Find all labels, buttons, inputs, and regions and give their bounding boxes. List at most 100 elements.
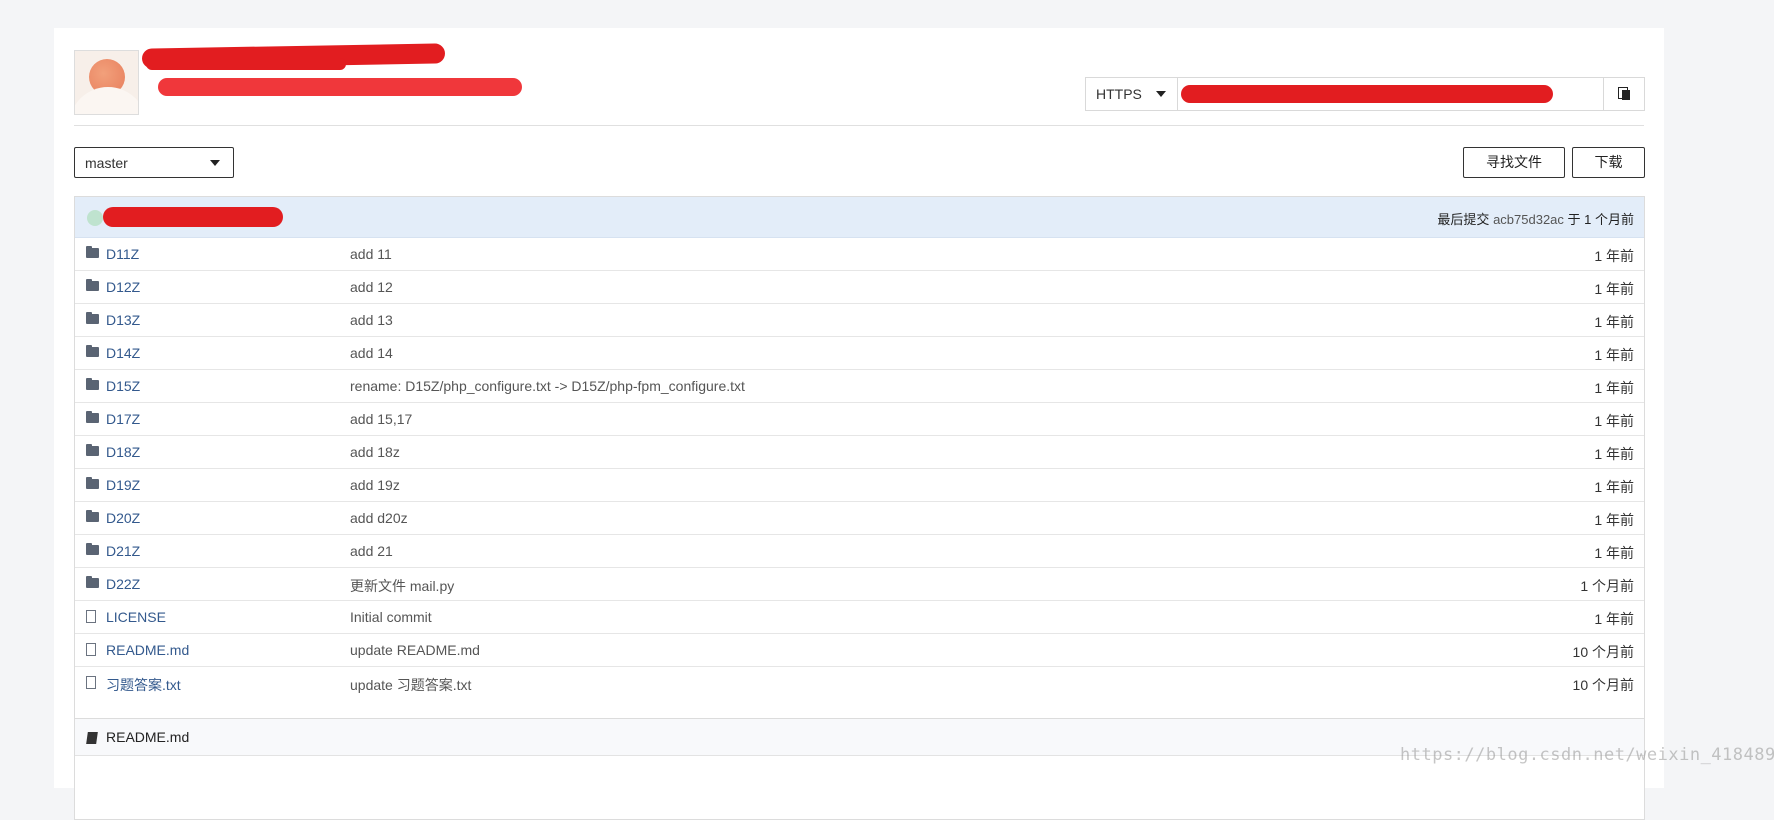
folder-icon — [86, 510, 99, 522]
last-commit-label: 最后提交 — [1437, 212, 1490, 227]
file-row[interactable]: LICENSE Initial commit 1 年前 — [75, 601, 1644, 634]
commit-time: 1 年前 — [1594, 314, 1634, 330]
repository-card: HTTPS master 寻找文件 下载 最后提交 acb75d32ac 于 1… — [54, 28, 1664, 820]
commit-time: 1 年前 — [1594, 380, 1634, 396]
readme-title: README.md — [106, 729, 190, 745]
repo-avatar — [74, 50, 139, 115]
file-name-link[interactable]: LICENSE — [106, 609, 166, 625]
committer-avatar[interactable] — [87, 210, 103, 226]
redacted-repo-description — [158, 78, 522, 96]
commit-message-link[interactable]: Initial commit — [350, 609, 432, 625]
commit-time: 1 年前 — [1594, 446, 1634, 462]
folder-icon — [86, 477, 99, 489]
folder-icon — [86, 378, 99, 390]
branch-name: master — [85, 155, 128, 171]
file-name-link[interactable]: D13Z — [106, 312, 140, 328]
file-row[interactable]: README.md update README.md 10 个月前 — [75, 634, 1644, 667]
file-name-link[interactable]: D18Z — [106, 444, 140, 460]
file-row[interactable]: D18Z add 18z 1 年前 — [75, 436, 1644, 469]
file-icon — [86, 643, 96, 656]
download-button[interactable]: 下载 — [1572, 147, 1645, 178]
commit-message-link[interactable]: update README.md — [350, 642, 480, 658]
header-divider — [74, 125, 1644, 126]
commit-message-link[interactable]: add 12 — [350, 279, 393, 295]
file-icon — [86, 610, 96, 623]
commit-message-link[interactable]: add 14 — [350, 345, 393, 361]
commit-message-link[interactable]: add d20z — [350, 510, 408, 526]
commit-message-link[interactable]: add 11 — [350, 246, 392, 262]
commit-time: 1 年前 — [1594, 479, 1634, 495]
file-name-link[interactable]: D14Z — [106, 345, 140, 361]
commit-time: 10 个月前 — [1572, 644, 1634, 660]
file-row[interactable]: 习题答案.txt update 习题答案.txt 10 个月前 — [75, 667, 1644, 699]
commit-time: 1 年前 — [1594, 248, 1634, 264]
watermark-text: https://blog.csdn.net/weixin_41848983 — [1400, 745, 1774, 765]
folder-icon — [86, 279, 99, 291]
commit-time: 1 个月前 — [1580, 578, 1634, 594]
clipboard-icon-back — [1622, 90, 1630, 100]
file-name-link[interactable]: D19Z — [106, 477, 140, 493]
file-tree: 最后提交 acb75d32ac 于 1 个月前 D11Z add 11 1 年前 D1… — [74, 196, 1645, 728]
redacted-repo-title-overlay — [146, 58, 346, 70]
clone-protocol-dropdown[interactable]: HTTPS — [1086, 78, 1178, 110]
file-row[interactable]: D14Z add 14 1 年前 — [75, 337, 1644, 370]
commit-sha-link[interactable]: acb75d32ac — [1493, 212, 1564, 227]
file-name-link[interactable]: D17Z — [106, 411, 140, 427]
folder-icon — [86, 246, 99, 258]
find-file-button[interactable]: 寻找文件 — [1463, 147, 1565, 178]
last-commit-bar: 最后提交 acb75d32ac 于 1 个月前 — [75, 197, 1644, 238]
clone-protocol-label: HTTPS — [1096, 86, 1142, 102]
folder-icon — [86, 312, 99, 324]
file-name-link[interactable]: D15Z — [106, 378, 140, 394]
commit-time: 1 年前 — [1594, 611, 1634, 627]
file-name-link[interactable]: README.md — [106, 642, 189, 658]
file-name-link[interactable]: 习题答案.txt — [106, 675, 181, 695]
folder-icon — [86, 411, 99, 423]
commit-message-link[interactable]: add 13 — [350, 312, 393, 328]
file-row[interactable]: D12Z add 12 1 年前 — [75, 271, 1644, 304]
file-name-link[interactable]: D12Z — [106, 279, 140, 295]
folder-icon — [86, 576, 99, 588]
file-row[interactable]: D19Z add 19z 1 年前 — [75, 469, 1644, 502]
file-name-link[interactable]: D20Z — [106, 510, 140, 526]
folder-icon — [86, 444, 99, 456]
folder-icon — [86, 543, 99, 555]
commit-message-link[interactable]: add 21 — [350, 543, 393, 559]
copy-url-button[interactable] — [1603, 78, 1644, 110]
caret-down-icon — [1156, 91, 1166, 97]
commit-time: 1 年前 — [1594, 413, 1634, 429]
readme-panel: README.md — [74, 718, 1645, 820]
commit-time: 1 年前 — [1594, 281, 1634, 297]
file-row[interactable]: D21Z add 21 1 年前 — [75, 535, 1644, 568]
file-row[interactable]: D20Z add d20z 1 年前 — [75, 502, 1644, 535]
last-commit-meta: 最后提交 acb75d32ac 于 1 个月前 — [1437, 209, 1634, 228]
redacted-clone-url — [1181, 85, 1553, 103]
commit-message-link[interactable]: add 18z — [350, 444, 400, 460]
file-name-link[interactable]: D21Z — [106, 543, 140, 559]
file-name-link[interactable]: D11Z — [106, 246, 139, 262]
commit-time: 10 个月前 — [1572, 677, 1634, 693]
commit-message-link[interactable]: add 19z — [350, 477, 400, 493]
folder-icon — [86, 345, 99, 357]
commit-time: 1 年前 — [1594, 512, 1634, 528]
avatar-cloud-shape — [75, 87, 138, 114]
commit-message-link[interactable]: add 15,17 — [350, 411, 412, 427]
clone-url-box: HTTPS — [1085, 77, 1645, 111]
book-icon — [86, 732, 98, 744]
commit-message-link[interactable]: 更新文件 mail.py — [350, 576, 454, 596]
commit-message-link[interactable]: update 习题答案.txt — [350, 675, 471, 695]
redacted-commit-author — [103, 207, 283, 227]
file-icon — [86, 676, 96, 689]
branch-selector[interactable]: master — [74, 147, 234, 178]
file-row[interactable]: D22Z 更新文件 mail.py 1 个月前 — [75, 568, 1644, 601]
commit-time: 1 年前 — [1594, 545, 1634, 561]
commit-time: 1 年前 — [1594, 347, 1634, 363]
file-name-link[interactable]: D22Z — [106, 576, 140, 592]
caret-down-icon — [210, 160, 220, 166]
file-row[interactable]: D15Z rename: D15Z/php_configure.txt -> D1… — [75, 370, 1644, 403]
file-row[interactable]: D13Z add 13 1 年前 — [75, 304, 1644, 337]
file-list: D11Z add 11 1 年前 D12Z add 12 1 年前 D13Z add 13 1 … — [75, 238, 1644, 699]
commit-message-link[interactable]: rename: D15Z/php_configure.txt -> D15Z/p… — [350, 378, 745, 394]
file-row[interactable]: D17Z add 15,17 1 年前 — [75, 403, 1644, 436]
file-row[interactable]: D11Z add 11 1 年前 — [75, 238, 1644, 271]
